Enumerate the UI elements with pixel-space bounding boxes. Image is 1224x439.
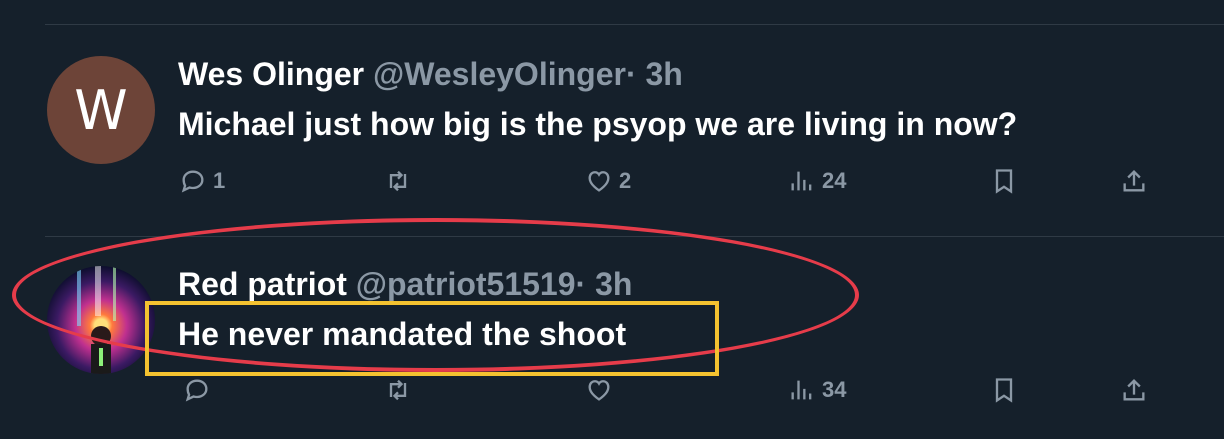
like-button[interactable] xyxy=(585,376,613,404)
like-icon xyxy=(588,171,610,192)
avatar[interactable] xyxy=(47,266,155,374)
reply-count: 1 xyxy=(213,168,226,193)
bookmark-button[interactable] xyxy=(990,376,1018,404)
views-button[interactable]: 34 xyxy=(788,376,846,404)
like-button[interactable]: 2 xyxy=(585,167,631,195)
reply-icon xyxy=(181,170,204,193)
author-name[interactable]: Wes Olinger xyxy=(178,56,364,92)
avatar-letter: W xyxy=(74,78,128,142)
reply-button[interactable]: 1 xyxy=(179,167,225,195)
views-button[interactable]: 24 xyxy=(788,167,846,195)
retweet-button[interactable] xyxy=(384,167,412,195)
author-name[interactable]: Red patriot xyxy=(178,266,347,302)
bookmark-button[interactable] xyxy=(990,167,1018,195)
tweet-1[interactable]: W Wes Olinger @WesleyOlinger· 3h Michael… xyxy=(0,24,1224,224)
timestamp[interactable]: · 3h xyxy=(626,56,683,92)
views-count: 24 xyxy=(822,168,847,193)
share-icon xyxy=(1123,379,1145,401)
share-icon xyxy=(1123,170,1145,192)
tweet-text: He never mandated the shoot xyxy=(178,316,627,352)
retweet-icon xyxy=(389,379,407,401)
bookmark-icon xyxy=(995,378,1013,403)
views-icon xyxy=(791,380,812,400)
tweet-2[interactable]: Red patriot @patriot51519· 3h He never m… xyxy=(0,236,1224,436)
action-bar: 1 2 24 xyxy=(0,167,1224,207)
reply-button[interactable] xyxy=(183,376,211,404)
avatar[interactable]: W xyxy=(47,56,155,164)
like-count: 2 xyxy=(619,168,632,193)
share-button[interactable] xyxy=(1120,376,1148,404)
reply-icon xyxy=(185,379,208,402)
like-icon xyxy=(588,380,610,401)
tweet-header: Red patriot @patriot51519· 3h xyxy=(178,264,632,304)
author-handle[interactable]: @WesleyOlinger xyxy=(373,56,626,92)
avatar-image xyxy=(77,266,116,374)
views-count: 34 xyxy=(822,377,847,402)
action-bar: 34 xyxy=(0,376,1224,416)
timestamp[interactable]: · 3h xyxy=(576,266,633,302)
views-icon xyxy=(791,171,812,191)
retweet-icon xyxy=(389,170,407,192)
bookmark-icon xyxy=(995,169,1013,194)
tweet-header: Wes Olinger @WesleyOlinger· 3h xyxy=(178,54,683,94)
share-button[interactable] xyxy=(1120,167,1148,195)
author-handle[interactable]: @patriot51519 xyxy=(356,266,576,302)
retweet-button[interactable] xyxy=(384,376,412,404)
tweet-text: Michael just how big is the psyop we are… xyxy=(178,106,1018,142)
